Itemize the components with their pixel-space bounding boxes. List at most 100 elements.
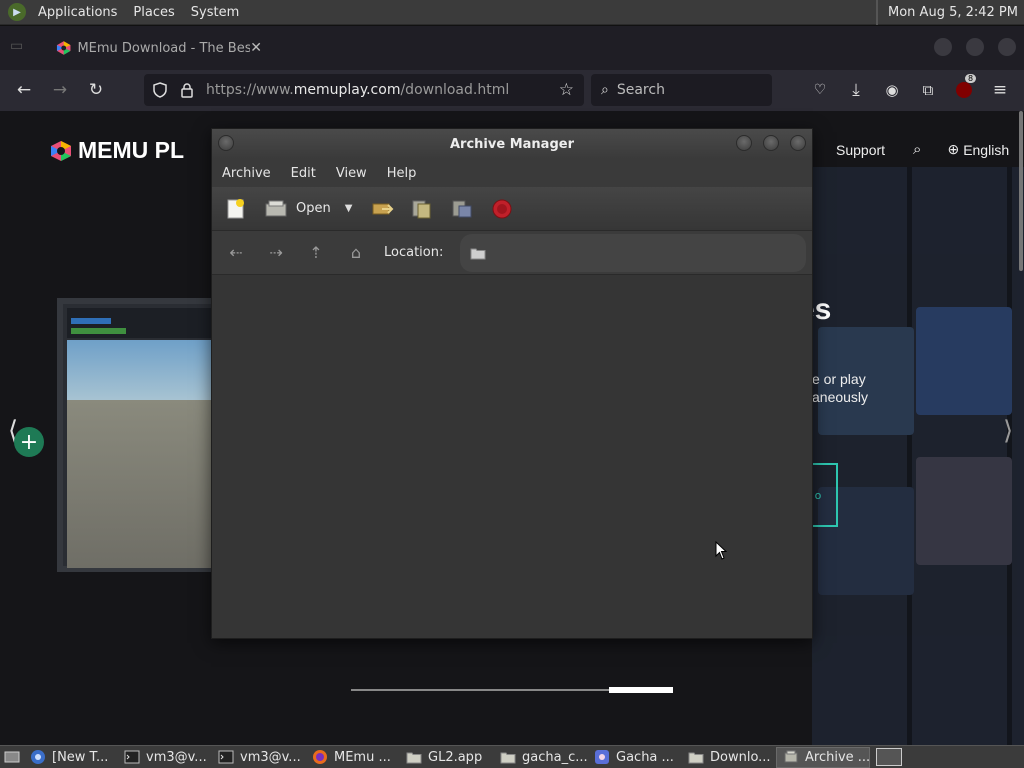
account-icon[interactable]: ◉ (880, 78, 904, 102)
lock-icon[interactable] (180, 82, 194, 98)
downloads-icon[interactable]: ⤓ (844, 78, 868, 102)
mouse-cursor-icon (715, 541, 728, 560)
open-dropdown-icon[interactable]: ▼ (345, 203, 353, 214)
nav-language-link[interactable]: English (963, 142, 1009, 158)
tab-title: MEmu Download - The Best (77, 40, 251, 56)
menu-archive[interactable]: Archive (212, 166, 281, 181)
tab-close-icon[interactable]: ✕ (250, 40, 262, 56)
stop-icon[interactable] (490, 197, 514, 221)
plus-icon[interactable]: + (14, 427, 44, 457)
archive-icon (784, 750, 798, 763)
extension-badge: 8 (965, 74, 977, 83)
window-menu-button[interactable] (218, 135, 234, 151)
distro-logo-icon[interactable]: ▶ (8, 3, 26, 21)
taskbar-item[interactable]: Downlo... (682, 747, 776, 768)
location-field[interactable] (460, 234, 806, 272)
taskbar-item-label: vm3@v... (240, 749, 301, 765)
folder-icon (470, 248, 486, 260)
memu-favicon-icon (56, 41, 71, 55)
up-icon[interactable]: ⇡ (304, 241, 328, 265)
game-ground (67, 400, 217, 568)
desktop-icon (4, 751, 20, 763)
archive-file-list[interactable] (212, 275, 812, 638)
open-archive-icon[interactable] (264, 197, 288, 221)
window-maximize-button[interactable] (966, 38, 984, 56)
terminal-icon (124, 750, 140, 764)
bookmark-star-icon[interactable]: ☆ (559, 80, 574, 100)
window-minimize-button[interactable] (736, 135, 752, 151)
add-files-icon[interactable] (410, 197, 434, 221)
hero-text: aneously (812, 389, 869, 405)
taskbar-item[interactable]: vm3@v... (212, 747, 306, 768)
pocket-icon[interactable]: ♡ (808, 78, 832, 102)
reload-icon[interactable]: ↻ (84, 78, 108, 102)
carousel-next-icon[interactable]: ⟩ (1003, 416, 1013, 446)
menu-applications[interactable]: Applications (30, 0, 125, 25)
taskbar-item[interactable]: Gacha ... (588, 747, 682, 768)
workspace-thumb[interactable] (876, 748, 902, 766)
window-maximize-button[interactable] (763, 135, 779, 151)
window-close-button[interactable] (998, 38, 1016, 56)
taskbar-item[interactable]: MEmu ... (306, 747, 400, 768)
game-screenshot (57, 298, 222, 572)
menu-places[interactable]: Places (125, 0, 182, 25)
add-folder-icon[interactable] (450, 197, 474, 221)
hamburger-menu-icon[interactable]: ≡ (988, 78, 1012, 102)
menu-help[interactable]: Help (377, 166, 427, 181)
taskbar-item-label: Archive ... (805, 749, 870, 765)
folder-icon (406, 752, 422, 764)
shield-icon[interactable] (152, 82, 168, 98)
browser-tab[interactable]: MEmu Download - The Best ✕ (44, 30, 272, 66)
site-nav: Support ⌕ ⊕ English (836, 141, 1009, 158)
ublock-icon[interactable]: 8 (952, 74, 977, 102)
game-tile[interactable] (916, 307, 1012, 415)
open-button-label[interactable]: Open (296, 201, 331, 216)
nav-support-link[interactable]: Support (836, 142, 885, 158)
window-titlebar[interactable]: Archive Manager (212, 129, 812, 159)
firefox-icon (313, 750, 327, 764)
window-close-button[interactable] (790, 135, 806, 151)
back-arrow-icon[interactable]: ← (12, 78, 36, 102)
window-minimize-button[interactable] (934, 38, 952, 56)
back-icon[interactable]: ⇠ (224, 241, 248, 265)
folder-icon (500, 752, 516, 764)
menu-system[interactable]: System (183, 0, 247, 25)
taskbar-item-label: GL2.app (428, 749, 483, 765)
site-search-icon[interactable]: ⌕ (913, 141, 921, 158)
game-tile[interactable] (916, 457, 1012, 565)
taskbar-item-label: gacha_c... (522, 749, 588, 765)
taskbar-item[interactable]: [New T... (24, 747, 118, 768)
browser-tabbar: ▭ MEmu Download - The Best ✕ (0, 26, 1024, 70)
forward-icon[interactable]: ⇢ (264, 241, 288, 265)
search-placeholder: Search (616, 82, 665, 98)
site-logo[interactable]: MEMU PL (50, 137, 184, 164)
folder-icon (688, 752, 704, 764)
taskbar-item[interactable]: vm3@v... (118, 747, 212, 768)
page-scrollbar[interactable] (1019, 111, 1023, 271)
tab-overview-icon[interactable]: ▭ (10, 38, 30, 56)
search-bar[interactable]: ⌕ Search (591, 74, 772, 106)
url-bar[interactable]: https://www.memuplay.com/download.html ☆ (144, 74, 584, 106)
clock[interactable]: Mon Aug 5, 2:42 PM (876, 0, 1024, 25)
show-desktop-button[interactable] (0, 747, 24, 768)
extensions-icon[interactable]: ⧉ (916, 78, 940, 102)
menu-edit[interactable]: Edit (281, 166, 326, 181)
home-icon[interactable]: ⌂ (344, 241, 368, 265)
menu-view[interactable]: View (326, 166, 377, 181)
taskbar-item[interactable]: GL2.app (400, 747, 494, 768)
new-archive-icon[interactable] (224, 197, 248, 221)
location-bar: ⇠ ⇢ ⇡ ⌂ Location: (212, 231, 812, 275)
memu-logo-icon (51, 140, 71, 161)
chrome-icon (31, 750, 45, 764)
taskbar-item[interactable]: gacha_c... (494, 747, 588, 768)
forward-arrow-icon[interactable]: → (48, 78, 72, 102)
hero-text: e or play (812, 371, 866, 387)
hud-bar (71, 318, 111, 324)
workspace-switcher[interactable] (870, 747, 908, 768)
extract-icon[interactable] (370, 197, 394, 221)
taskbar-item-label: vm3@v... (146, 749, 207, 765)
hud-bar (71, 328, 126, 334)
taskbar-item-active[interactable]: Archive ... (776, 746, 870, 768)
browser-navbar: ← → ↻ https://www.memuplay.com/download.… (0, 70, 1024, 111)
url-path: /download.html (400, 82, 510, 98)
